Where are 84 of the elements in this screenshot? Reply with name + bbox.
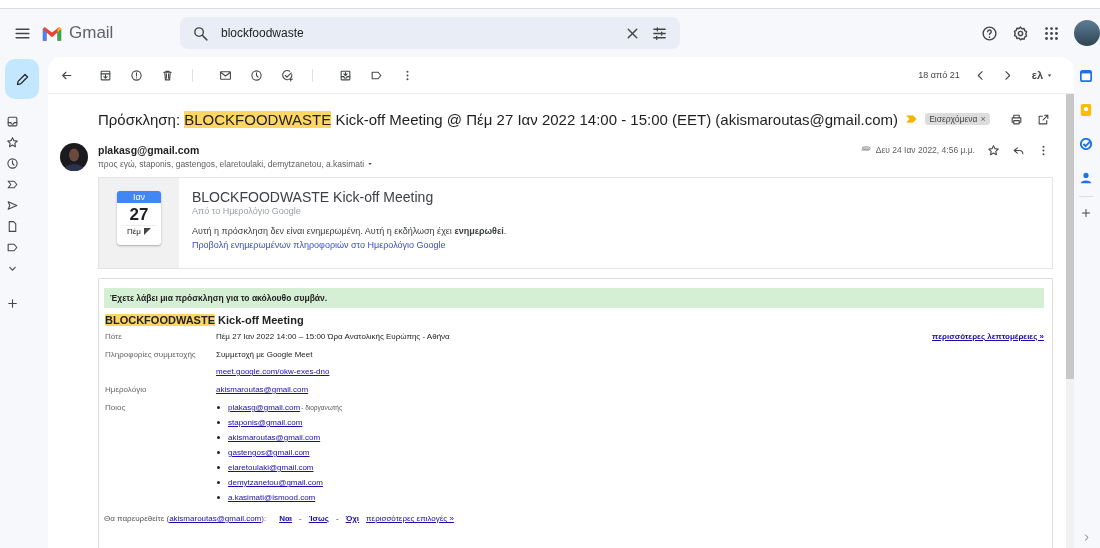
tasks-icon[interactable]	[1080, 138, 1092, 150]
plus-icon[interactable]	[5, 297, 19, 310]
filter-icon[interactable]	[651, 24, 668, 42]
report-icon[interactable]	[130, 68, 143, 82]
search-field[interactable]: blockfoodwaste	[219, 25, 614, 41]
calendar-email-link[interactable]: akismaroutas@gmail.com	[169, 514, 262, 523]
apps-icon[interactable]	[1043, 24, 1060, 42]
settings-icon[interactable]	[1012, 24, 1029, 42]
separator-text: -	[299, 514, 302, 523]
rsvp-option-link[interactable]: Όχι	[345, 514, 360, 523]
new-window-icon[interactable]	[1037, 112, 1050, 126]
account-avatar[interactable]	[1074, 20, 1100, 46]
rsvp-option-link[interactable]: Ίσως	[308, 514, 329, 523]
calendar-link[interactable]: Προβολή ενημερωμένων πληροφοριών στο Ημερολόγιο Google	[192, 240, 507, 250]
calendar-icon[interactable]	[1080, 70, 1092, 82]
highlighted-text: BLOCKFOODWASTE	[184, 110, 332, 128]
guest-email-link[interactable]: plakasg@gmail.com	[228, 403, 301, 412]
sender-email: plakasg@gmail.com	[98, 144, 201, 156]
field-label: Πότε	[104, 332, 123, 341]
list-bullet	[217, 421, 220, 424]
input-tool-button[interactable]: ελ	[1031, 69, 1043, 81]
list-bullet	[217, 406, 220, 409]
update-notice: Αυτή η πρόσκληση δεν είναι ενημερωμένη. Αυτή η εκδήλωση έχει ενημερωθεί.	[192, 226, 507, 236]
field-value: Πέμ 27 Ιαν 2022 14:00 – 15:00 Ώρα Ανατολικής Ευρώπης - Αθήνα	[216, 332, 450, 341]
contacts-icon[interactable]	[1080, 172, 1092, 184]
print-icon[interactable]	[1010, 112, 1023, 126]
move-icon[interactable]	[339, 68, 352, 82]
search-icon[interactable]	[192, 24, 209, 42]
more-options-link[interactable]: περισσότερες επιλογές »	[366, 514, 454, 523]
list-bullet	[217, 481, 220, 484]
app-name: Gmail	[69, 23, 114, 43]
add-task-icon[interactable]	[281, 68, 294, 82]
list-bullet	[217, 466, 220, 469]
title-text: Πρόσκληση:	[98, 110, 182, 128]
star-icon[interactable]	[5, 136, 19, 149]
rsvp-option-link[interactable]: Ναι	[279, 514, 293, 523]
star-icon[interactable]	[987, 143, 1000, 157]
gmail-logo-icon[interactable]	[41, 24, 63, 42]
pencil-icon	[14, 71, 30, 87]
guest-email-link[interactable]: a.kasimati@ismood.com	[228, 493, 316, 502]
guest-email-link[interactable]: akismaroutas@gmail.com	[228, 433, 321, 442]
event-title: BLOCKFOODWASTE Kick-off Meeting	[192, 189, 435, 205]
field-label: Ποιος	[104, 403, 127, 414]
remove-label-button[interactable]: ×	[980, 114, 986, 124]
highlighted-text: BLOCKFOODWASTE	[105, 314, 215, 326]
plus-icon[interactable]	[1080, 207, 1092, 219]
search-bar[interactable]: blockfoodwaste	[180, 17, 680, 49]
help-icon[interactable]	[981, 24, 998, 42]
email-date: Δευ 24 Ιαν 2022, 4:56 μ.μ.	[875, 145, 975, 155]
send-icon[interactable]	[5, 199, 19, 212]
guest-email-link[interactable]: demytzanetou@gmail.com	[228, 478, 323, 487]
event-source: Από το Ημερολόγιο Google	[192, 206, 302, 216]
field-label: Ημερολόγιο	[104, 385, 148, 394]
join-text: Συμμετοχή με Google Meet	[216, 350, 314, 359]
more-details-link[interactable]: περισσότερες λεπτομέρειες »	[932, 332, 1044, 341]
clock-icon[interactable]	[250, 68, 263, 82]
list-bullet	[217, 436, 220, 439]
pagination-text: 18 από 21	[918, 70, 960, 80]
guest-email-link[interactable]: elaretoulaki@gmail.com	[228, 463, 314, 472]
meet-link[interactable]: meet.google.com/okw-exes-dno	[216, 367, 330, 376]
invitation-banner: Έχετε λάβει μια πρόσκληση για το ακόλουθο συμβάν.	[104, 288, 1044, 308]
label-text: Εισερχόμενα	[929, 114, 978, 124]
separator-text: -	[335, 514, 339, 523]
compose-button[interactable]	[5, 59, 39, 99]
list-bullet	[217, 451, 220, 454]
label-icon[interactable]	[5, 241, 19, 254]
list-bullet	[217, 496, 220, 499]
inbox-icon[interactable]	[5, 115, 19, 128]
delete-icon[interactable]	[161, 68, 174, 82]
mail-icon[interactable]	[219, 68, 232, 82]
guest-email-link[interactable]: gastengos@gmail.com	[228, 448, 310, 457]
title-text: Kick-off Meeting	[217, 314, 304, 326]
rsvp-question: Θα παρευρεθείτε (akismaroutas@gmail.com):	[104, 514, 267, 523]
field-label: Πληροφορίες συμμετοχής	[104, 350, 197, 361]
archive-icon[interactable]	[99, 68, 112, 82]
calendar-date-icon: Ιαν 27 Πέμ	[117, 191, 161, 245]
clock-icon[interactable]	[5, 157, 19, 170]
recipients-text: προς εγώ, staponis, gastengos, elaretoulaki, demytzanetou, a.kasimati	[98, 159, 365, 169]
title-text: Kick-off Meeting @ Πέμ 27 Ιαν 2022 14:00 - 15:00 (EET) (akismaroutas@gmail.com)	[334, 110, 899, 128]
scrollbar-thumb[interactable]	[1066, 94, 1074, 379]
sender-avatar	[60, 143, 88, 171]
calendar-email-link[interactable]: akismaroutas@gmail.com	[216, 385, 309, 394]
guest-email-link[interactable]: staponis@gmail.com	[228, 418, 303, 427]
important-icon[interactable]	[5, 178, 19, 191]
